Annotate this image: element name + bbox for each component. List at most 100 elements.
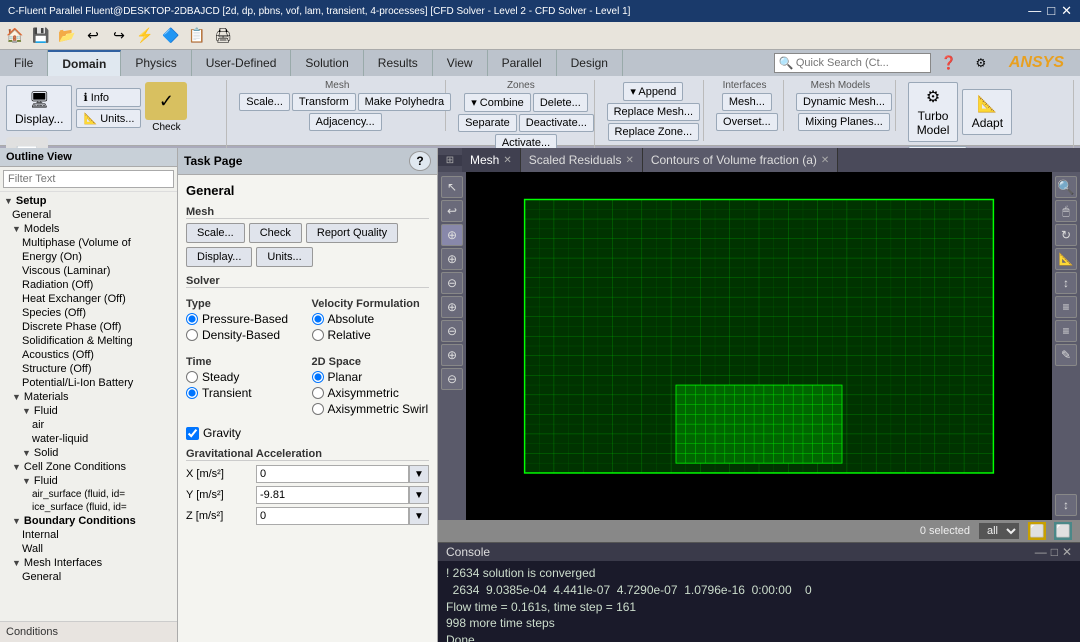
vp-canvas[interactable] — [466, 172, 1052, 520]
adjacency-btn[interactable]: Adjacency... — [309, 113, 382, 131]
vp-reset-icon[interactable]: ⊖ — [441, 368, 463, 390]
report-quality-btn[interactable]: Report Quality — [306, 223, 398, 243]
save-icon[interactable]: 💾 — [30, 25, 52, 47]
vp-zoom-out-icon[interactable]: ⊖ — [441, 272, 463, 294]
vp-zoom-in-icon[interactable]: ⊕ — [441, 248, 463, 270]
adapt-btn[interactable]: 📐 Adapt — [962, 89, 1012, 135]
tree-item-cell-zone[interactable]: ▼ Cell Zone Conditions — [0, 460, 177, 474]
overset-btn[interactable]: Overset... — [716, 113, 778, 131]
display-task-btn[interactable]: Display... — [186, 247, 252, 267]
density-based-radio[interactable] — [186, 329, 198, 341]
tree-item-viscous[interactable]: Viscous (Laminar) — [0, 264, 177, 278]
minimize-btn[interactable]: — — [1028, 3, 1041, 19]
tab-physics[interactable]: Physics — [121, 50, 191, 76]
delete-btn[interactable]: Delete... — [533, 93, 588, 112]
tab-results[interactable]: Results — [364, 50, 433, 76]
tab-user-defined[interactable]: User-Defined — [192, 50, 292, 76]
task-help-btn[interactable]: ? — [409, 151, 431, 171]
tree-item-acoustics[interactable]: Acoustics (Off) — [0, 348, 177, 362]
tab-domain[interactable]: Domain — [48, 50, 121, 76]
y-dropdown[interactable]: ▼ — [409, 486, 429, 504]
vp-zoom-fit-icon[interactable]: ⊕ — [441, 224, 463, 246]
tree-item-energy[interactable]: Energy (On) — [0, 250, 177, 264]
search-input[interactable] — [796, 57, 926, 69]
combine-btn[interactable]: ▾ Combine — [464, 93, 531, 112]
vp-rotate-icon[interactable]: ↩ — [441, 200, 463, 222]
vp-r4-icon[interactable]: 📐 — [1055, 248, 1077, 270]
tree-item-wall[interactable]: Wall — [0, 542, 177, 556]
scale-task-btn[interactable]: Scale... — [186, 223, 245, 243]
tree-item-discrete-phase[interactable]: Discrete Phase (Off) — [0, 320, 177, 334]
vp-r1-icon[interactable]: 🔍 — [1055, 176, 1077, 198]
vp-pan-icon[interactable]: ⊕ — [441, 296, 463, 318]
vp-tab-contours-close[interactable]: ✕ — [821, 155, 829, 166]
tab-parallel[interactable]: Parallel — [488, 50, 557, 76]
vp-r3-icon[interactable]: ↻ — [1055, 224, 1077, 246]
x-dropdown[interactable]: ▼ — [409, 465, 429, 483]
tree-item-water[interactable]: water-liquid — [0, 432, 177, 446]
help-button[interactable]: ❓ — [935, 50, 963, 76]
append-btn[interactable]: ▾ Append — [623, 82, 683, 101]
tree-item-boundary[interactable]: ▼ Boundary Conditions — [0, 514, 177, 528]
window-controls[interactable]: — □ ✕ — [1028, 3, 1072, 19]
dynamic-mesh-btn[interactable]: Dynamic Mesh... — [796, 93, 892, 111]
units-task-btn[interactable]: Units... — [256, 247, 312, 267]
home-icon[interactable]: 🏠 — [4, 25, 26, 47]
z-dropdown[interactable]: ▼ — [409, 507, 429, 525]
close-btn[interactable]: ✕ — [1061, 3, 1072, 19]
tree-item-general-mesh[interactable]: General — [0, 570, 177, 584]
undo-icon[interactable]: ↩ — [82, 25, 104, 47]
separate-btn[interactable]: Separate — [458, 114, 517, 132]
tree-item-materials[interactable]: ▼ Materials — [0, 390, 177, 404]
tab-design[interactable]: Design — [557, 50, 623, 76]
open-icon[interactable]: 📂 — [56, 25, 78, 47]
units-btn[interactable]: 📐 Units... — [76, 109, 141, 128]
vp-tab-residuals-close[interactable]: ✕ — [625, 155, 633, 166]
y-field[interactable] — [256, 486, 409, 504]
vp-tab-mesh-close[interactable]: ✕ — [503, 155, 511, 166]
tree-item-radiation[interactable]: Radiation (Off) — [0, 278, 177, 292]
axisymmetric-swirl-radio[interactable] — [312, 403, 324, 415]
steady-radio[interactable] — [186, 371, 198, 383]
vp-select-icon[interactable]: ↖ — [441, 176, 463, 198]
vp-r2-icon[interactable]: 🖱 — [1055, 200, 1077, 222]
replace-mesh-btn[interactable]: Replace Mesh... — [607, 103, 700, 121]
tab-solution[interactable]: Solution — [291, 50, 363, 76]
tree-item-setup[interactable]: ▼ Setup — [0, 194, 177, 208]
tree-item-internal[interactable]: Internal — [0, 528, 177, 542]
tree-item-multiphase[interactable]: Multiphase (Volume of — [0, 236, 177, 250]
transient-radio[interactable] — [186, 387, 198, 399]
planar-radio[interactable] — [312, 371, 324, 383]
transform-btn[interactable]: Transform — [292, 93, 356, 111]
tree-item-air[interactable]: air — [0, 418, 177, 432]
redo-icon[interactable]: ↪ — [108, 25, 130, 47]
vp-r7-icon[interactable]: ≡ — [1055, 320, 1077, 342]
vp-tab-contours[interactable]: Contours of Volume fraction (a) ✕ — [643, 148, 838, 172]
x-field[interactable] — [256, 465, 409, 483]
selected-dropdown[interactable]: all — [978, 522, 1020, 540]
clipboard-icon[interactable]: 📋 — [186, 25, 208, 47]
vp-scroll-icon[interactable]: ↕ — [1055, 494, 1077, 516]
tree-item-heat-exchanger[interactable]: Heat Exchanger (Off) — [0, 292, 177, 306]
tree-item-ice-surface[interactable]: ice_surface (fluid, id= — [0, 501, 177, 514]
tree-item-general[interactable]: General — [0, 208, 177, 222]
tree-item-solidification[interactable]: Solidification & Melting — [0, 334, 177, 348]
tree-item-mesh-interfaces[interactable]: ▼ Mesh Interfaces — [0, 556, 177, 570]
tree-item-air-surface[interactable]: air_surface (fluid, id= — [0, 488, 177, 501]
tab-file[interactable]: File — [0, 50, 48, 76]
vp-tab-mesh[interactable]: Mesh ✕ — [462, 148, 521, 172]
run-icon[interactable]: ⚡ — [134, 25, 156, 47]
gravity-checkbox[interactable] — [186, 427, 199, 440]
tree-item-liion[interactable]: Potential/Li-Ion Battery — [0, 376, 177, 390]
check-task-btn[interactable]: Check — [249, 223, 302, 243]
tree-item-solid[interactable]: ▼ Solid — [0, 446, 177, 460]
turbo-model-btn[interactable]: ⚙ TurboModel — [908, 82, 959, 142]
make-polyhedra-btn[interactable]: Make Polyhedra — [358, 93, 452, 111]
console-close-btn[interactable]: ✕ — [1062, 545, 1072, 559]
filter-input[interactable] — [3, 170, 174, 188]
axisymmetric-radio[interactable] — [312, 387, 324, 399]
scale-btn[interactable]: Scale... — [239, 93, 290, 111]
tree-item-species[interactable]: Species (Off) — [0, 306, 177, 320]
replace-zone-btn[interactable]: Replace Zone... — [608, 123, 700, 141]
selected-alt-btn[interactable]: ⬜ — [1054, 522, 1072, 540]
